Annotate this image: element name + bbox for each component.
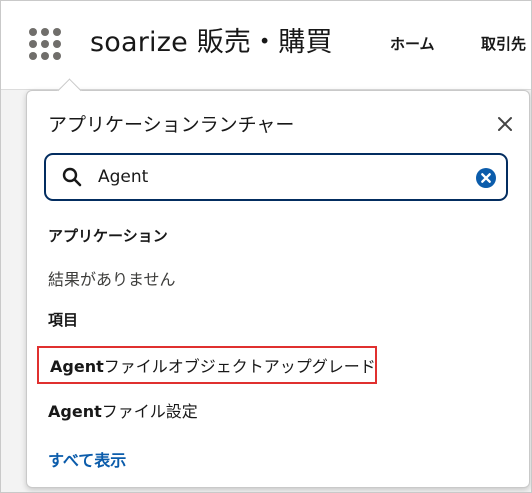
result-match-text: Agent	[48, 402, 102, 421]
nav-tab-accounts[interactable]: 取引先	[481, 32, 526, 56]
global-header: soarize 販売・購買 ホーム 取引先	[1, 1, 531, 90]
popup-title: アプリケーションランチャー	[48, 114, 295, 136]
app-launcher-icon[interactable]	[27, 26, 61, 60]
no-results-text: 結果がありません	[48, 270, 176, 289]
nav-tab-home[interactable]: ホーム	[390, 32, 435, 56]
show-all-link[interactable]: すべて表示	[48, 447, 126, 471]
section-heading-items: 項目	[48, 311, 79, 329]
result-item-agent-file-settings[interactable]: Agentファイル設定	[37, 393, 377, 431]
app-window: soarize 販売・購買 ホーム 取引先 アプリケーションランチャー アプリケ…	[0, 0, 532, 493]
search-box[interactable]	[44, 153, 508, 201]
app-name: soarize 販売・購買	[90, 27, 333, 58]
clear-icon[interactable]	[475, 167, 497, 189]
result-rest-text: ファイル設定	[101, 402, 198, 421]
result-match-text: Agent	[50, 357, 104, 376]
close-icon	[498, 117, 512, 131]
result-item-agent-file-object-upgrade[interactable]: Agentファイルオブジェクトアップグレード	[37, 346, 377, 384]
section-heading-apps: アプリケーション	[48, 227, 168, 245]
app-launcher-popup: アプリケーションランチャー アプリケーション 結果がありません 項目 Agent…	[26, 78, 530, 488]
page-background	[1, 90, 25, 492]
result-rest-text: ファイルオブジェクトアップグレード	[103, 357, 376, 376]
search-icon	[62, 167, 82, 187]
close-button[interactable]	[493, 112, 517, 136]
search-input[interactable]	[98, 163, 458, 191]
